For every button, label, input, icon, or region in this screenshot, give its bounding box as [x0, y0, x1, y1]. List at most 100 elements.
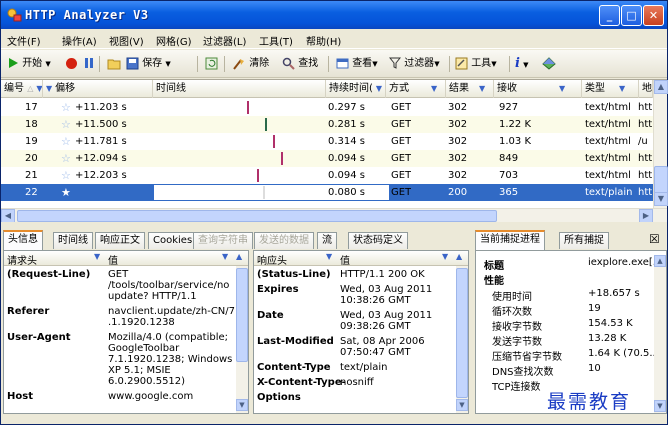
col-id[interactable]: 编号 △ ▼ [1, 80, 43, 98]
scroll-down-icon[interactable]: ▼ [654, 400, 666, 412]
col-type[interactable]: 类型 ▼ [582, 80, 639, 98]
row-method: GET [391, 153, 412, 164]
request-scrollbar[interactable]: ▼ [236, 266, 248, 413]
header-key: Host [7, 391, 33, 402]
tab-status-codes[interactable]: 状态码定义 [348, 232, 408, 249]
open-button[interactable] [107, 54, 121, 74]
menu-bar: 文件(F) 操作(A) 视图(V) 网格(G) 过滤器(L) 工具(T) 帮助(… [1, 29, 667, 49]
request-scroll-thumb[interactable] [236, 268, 248, 362]
menu-file[interactable]: 文件(F) [7, 33, 41, 48]
capture-scrollbar[interactable]: ▲ ▼ [654, 255, 666, 413]
grid-horizontal-scrollbar[interactable]: ◀ ▶ [1, 208, 667, 223]
tab-post-data[interactable]: 发送的数据 [254, 232, 314, 249]
table-row[interactable]: 17 ☆ +11.203 s 0.297 s GET 302 927 text/html htt [1, 99, 653, 116]
table-row[interactable]: 18 ☆ +11.500 s 0.281 s GET 302 1.22 K text/html… [1, 116, 653, 133]
col-address[interactable]: 地 [639, 80, 653, 98]
col-method[interactable]: 方式 ▼ [386, 80, 446, 98]
table-row[interactable]: 21 ☆ +12.203 s 0.094 s GET 302 703 text/html htt [1, 167, 653, 184]
save-button[interactable]: 保存 ▼ [126, 54, 171, 74]
tab-all-captures[interactable]: 所有捕捉 [559, 232, 609, 249]
maximize-button[interactable]: □ [621, 5, 642, 26]
tools-button[interactable]: 工具▼ [455, 54, 497, 74]
header-key: Date [257, 310, 284, 321]
chevron-down-icon[interactable]: ▼ [326, 252, 332, 261]
table-row[interactable]: 22 ★ 0.080 s GET 200 365 text/plain htt [1, 184, 653, 201]
chevron-down-icon[interactable]: ▼ [94, 252, 100, 261]
refresh-button[interactable] [205, 54, 218, 74]
tab-query-string[interactable]: 查询字符串 [193, 232, 253, 249]
scroll-up-icon[interactable]: ▲ [654, 255, 666, 267]
star-icon[interactable]: ☆ [61, 133, 71, 150]
clear-button[interactable]: 清除 [232, 54, 269, 74]
row-offset: +11.781 s [75, 136, 127, 147]
minimize-button[interactable]: _ [599, 5, 620, 26]
tab-stream[interactable]: 流 [317, 232, 337, 249]
chevron-down-icon[interactable]: ▼ [442, 252, 448, 261]
tab-current-capture[interactable]: 当前捕捉进程 [475, 230, 545, 250]
scroll-right-icon[interactable]: ▶ [639, 209, 653, 223]
row-duration: 0.314 s [328, 136, 366, 147]
hscroll-thumb[interactable] [17, 210, 497, 222]
col-received[interactable]: 接收 ▼ [494, 80, 582, 98]
stat-value: 10 [588, 363, 601, 374]
scroll-down-icon[interactable]: ▼ [456, 399, 468, 411]
row-result: 200 [448, 187, 468, 198]
star-icon[interactable]: ☆ [61, 150, 71, 167]
tab-response-body[interactable]: 响应正文 [95, 232, 145, 249]
star-icon[interactable]: ☆ [61, 116, 71, 133]
menu-help[interactable]: 帮助(H) [306, 33, 341, 48]
tab-timeline[interactable]: 时间线 [53, 232, 93, 249]
capture-perf-label: 性能 [484, 276, 504, 287]
title-bar[interactable]: HTTP Analyzer V3 _ □ ✕ [1, 1, 667, 29]
filter-button[interactable]: 过滤器▼ [388, 54, 440, 74]
tab-headers[interactable]: 头信息 [3, 230, 43, 250]
star-icon[interactable]: ☆ [61, 99, 71, 116]
view-label: 查看 [352, 58, 373, 69]
chevron-up-icon[interactable]: ▲ [236, 252, 242, 261]
star-icon[interactable]: ★ [61, 184, 71, 201]
header-key: Expires [257, 284, 299, 295]
menu-action[interactable]: 操作(A) [62, 33, 97, 48]
response-scroll-thumb[interactable] [456, 268, 468, 398]
close-button[interactable]: ✕ [643, 5, 664, 26]
menu-filter[interactable]: 过滤器(L) [203, 33, 246, 48]
start-button[interactable]: 开始 ▼ [7, 54, 51, 74]
scroll-left-icon[interactable]: ◀ [1, 209, 15, 223]
extension-button[interactable] [542, 54, 556, 74]
chevron-down-icon[interactable]: ▼ [222, 252, 228, 261]
row-result: 302 [448, 153, 468, 164]
save-label: 保存 [142, 58, 163, 69]
table-row[interactable]: 20 ☆ +12.094 s 0.094 s GET 302 849 text/html htt [1, 150, 653, 167]
col-result[interactable]: 结果 ▼ [446, 80, 494, 98]
chevron-up-icon[interactable]: ▲ [456, 252, 462, 261]
pause-button[interactable] [83, 54, 95, 74]
col-offset[interactable]: ▼ 偏移 [43, 80, 153, 98]
view-button[interactable]: 查看▼ [336, 54, 378, 74]
response-col-key: 响应头 [257, 256, 287, 267]
stop-button[interactable] [65, 54, 78, 74]
header-value: Mozilla/4.0 (compatible; [108, 332, 228, 343]
table-row[interactable]: 19 ☆ +11.781 s 0.314 s GET 302 1.03 K text/html… [1, 133, 653, 150]
view-icon [336, 58, 349, 68]
info-button[interactable]: i ▼ [515, 54, 529, 74]
grid-vertical-scrollbar[interactable]: ▲ ▼ [653, 80, 668, 220]
scroll-down-icon[interactable]: ▼ [236, 399, 248, 411]
find-button[interactable]: 查找 [282, 54, 318, 74]
tab-cookies[interactable]: Cookies [148, 232, 198, 249]
close-panel-icon[interactable]: ☒ [649, 232, 660, 246]
star-icon[interactable]: ☆ [61, 167, 71, 184]
timeline-bar [257, 169, 259, 182]
menu-tools[interactable]: 工具(T) [259, 33, 293, 48]
row-address: htt [638, 102, 652, 113]
search-icon [282, 57, 295, 70]
row-type: text/html [585, 119, 631, 130]
scroll-up-icon[interactable]: ▲ [654, 80, 668, 94]
response-scrollbar[interactable]: ▼ [456, 266, 468, 413]
menu-view[interactable]: 视图(V) [109, 33, 144, 48]
col-timeline[interactable]: 时间线 [153, 80, 326, 98]
scroll-down-icon[interactable]: ▼ [654, 192, 668, 206]
col-duration[interactable]: 持续时间(▼ [326, 80, 386, 98]
pane-splitter[interactable] [1, 222, 667, 230]
menu-grid[interactable]: 网格(G) [156, 33, 192, 48]
header-value: GET [108, 269, 129, 280]
